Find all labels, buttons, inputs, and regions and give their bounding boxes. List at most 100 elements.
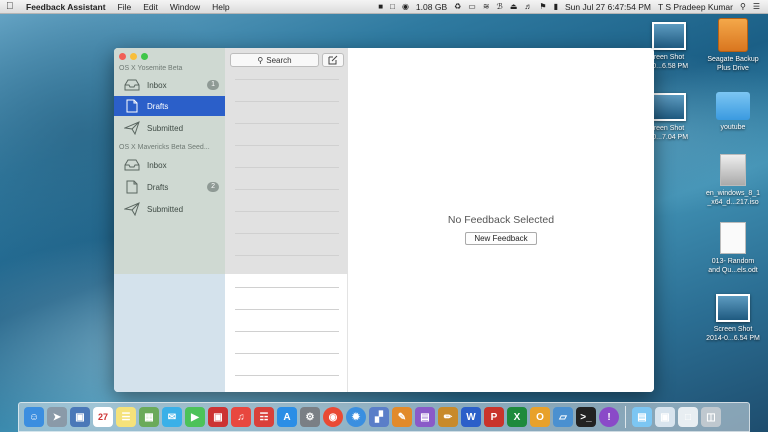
list-divider	[235, 211, 339, 212]
screenshot-thumbnail-icon	[652, 93, 686, 121]
feedback-assistant-icon[interactable]: !	[599, 407, 619, 427]
list-divider	[235, 145, 339, 146]
menu-file[interactable]: File	[112, 2, 138, 12]
outlook-icon[interactable]: O	[530, 407, 550, 427]
desktop-item-odt-document[interactable]: 013- Random and Qu...els.odt	[700, 222, 766, 275]
ibooks-icon[interactable]: ☶	[254, 407, 274, 427]
feedback-assistant-window: OS X Yosemite Beta Inbox 1 Drafts Submit…	[114, 48, 654, 392]
compose-icon	[328, 55, 338, 65]
airplay-icon[interactable]: ▭	[468, 2, 476, 11]
external-drive-icon	[718, 18, 748, 52]
window-icon[interactable]: □	[390, 2, 395, 11]
itunes-icon[interactable]: ♫	[231, 407, 251, 427]
desktop-item-windows-iso[interactable]: en_windows_8_1 _x64_d...217.iso	[700, 154, 766, 207]
count-badge: 2	[207, 182, 219, 192]
app-menu[interactable]: Feedback Assistant	[18, 2, 112, 12]
feedback-list: ⚲ Search	[225, 48, 369, 392]
applications-folder-icon[interactable]: ▤	[632, 407, 652, 427]
pencil-app-icon[interactable]: ✏	[438, 407, 458, 427]
list-divider	[235, 233, 339, 234]
list-divider	[235, 79, 339, 80]
sidebar-item-yosemite-drafts[interactable]: Drafts	[114, 96, 225, 116]
terminal-icon[interactable]: >_	[576, 407, 596, 427]
desktop-item-seagate-drive[interactable]: Seagate Backup Plus Drive	[700, 18, 766, 73]
list-divider	[235, 255, 339, 256]
safari-icon[interactable]: ✹	[346, 407, 366, 427]
paper-plane-icon	[124, 202, 140, 216]
wifi-icon[interactable]: ≋	[483, 2, 490, 11]
notification-center-icon[interactable]: ☰	[753, 2, 760, 11]
disk-image-icon	[720, 154, 746, 186]
pages-icon[interactable]: ✎	[392, 407, 412, 427]
downloads-stack-icon[interactable]: ▣	[655, 407, 675, 427]
desktop-item-youtube-folder[interactable]: youtube	[700, 92, 766, 132]
list-divider	[235, 309, 339, 310]
desktop-item-screenshot-3[interactable]: Screen Shot 2014-0...6.54 PM	[700, 294, 766, 343]
close-button[interactable]	[119, 53, 126, 60]
spotlight-icon[interactable]: ⚲	[740, 2, 746, 11]
detail-pane: No Feedback Selected New Feedback	[348, 48, 654, 392]
notes-icon[interactable]: ☰	[116, 407, 136, 427]
system-preferences-icon[interactable]: ⚙	[300, 407, 320, 427]
menu-help[interactable]: Help	[206, 2, 235, 12]
sync-icon[interactable]: ♻	[454, 2, 461, 11]
list-divider	[235, 123, 339, 124]
finder-icon[interactable]: ☺	[24, 407, 44, 427]
dock-separator	[625, 406, 626, 428]
list-divider	[235, 189, 339, 190]
screenshot-thumbnail-icon	[652, 22, 686, 50]
menu-edit[interactable]: Edit	[137, 2, 164, 12]
launchpad-icon[interactable]: ➤	[47, 407, 67, 427]
calendar-icon[interactable]: 27	[93, 407, 113, 427]
word-icon[interactable]: W	[461, 407, 481, 427]
apple-menu-icon[interactable]: 	[6, 1, 18, 12]
new-feedback-button[interactable]: New Feedback	[465, 232, 537, 245]
photos-icon[interactable]: ▣	[70, 407, 90, 427]
unread-badge: 1	[207, 80, 219, 90]
messages-icon[interactable]: ✉	[162, 407, 182, 427]
facetime-icon[interactable]: ▶	[185, 407, 205, 427]
sidebar: OS X Yosemite Beta Inbox 1 Drafts Submit…	[114, 48, 225, 392]
bluetooth-icon[interactable]: ℬ	[497, 2, 503, 11]
user-menu[interactable]: T S Pradeep Kumar	[658, 2, 733, 12]
preview-pdf-icon[interactable]: ▱	[553, 407, 573, 427]
sidebar-item-yosemite-inbox[interactable]: Inbox 1	[114, 75, 225, 95]
minimize-button[interactable]	[130, 53, 137, 60]
documents-stack-icon[interactable]: □	[678, 407, 698, 427]
dropbox-icon[interactable]: ■	[378, 2, 383, 11]
sidebar-item-mavericks-inbox[interactable]: Inbox	[114, 155, 225, 175]
eject-icon[interactable]: ⏏	[510, 2, 518, 11]
menu-bar:  Feedback Assistant File Edit Window He…	[0, 0, 768, 14]
photo-booth-icon[interactable]: ▣	[208, 407, 228, 427]
trash-icon[interactable]: ◫	[701, 407, 721, 427]
list-divider	[235, 167, 339, 168]
inbox-tray-icon	[124, 78, 140, 92]
clock[interactable]: Sun Jul 27 6:47:54 PM	[565, 2, 651, 12]
zoom-button[interactable]	[141, 53, 148, 60]
sidebar-item-mavericks-drafts[interactable]: Drafts 2	[114, 177, 225, 197]
menu-window[interactable]: Window	[164, 2, 206, 12]
volume-icon[interactable]: ♬	[524, 2, 532, 11]
memory-readout[interactable]: 1.08 GB	[416, 2, 447, 12]
sidebar-item-mavericks-submitted[interactable]: Submitted	[114, 199, 225, 219]
excel-icon[interactable]: X	[507, 407, 527, 427]
inbox-tray-icon	[124, 158, 140, 172]
memory-gauge-icon[interactable]: ◉	[402, 2, 409, 11]
screenshot-thumbnail-icon	[716, 294, 750, 322]
compose-button[interactable]	[322, 53, 344, 67]
flag-icon[interactable]: ⚑	[539, 2, 546, 11]
section-header-yosemite: OS X Yosemite Beta	[119, 65, 183, 72]
search-field[interactable]: ⚲ Search	[230, 53, 319, 67]
list-divider	[235, 353, 339, 354]
chrome-icon[interactable]: ◉	[323, 407, 343, 427]
keynote-icon[interactable]: ▞	[369, 407, 389, 427]
sidebar-item-yosemite-submitted[interactable]: Submitted	[114, 118, 225, 138]
app-store-icon[interactable]: A	[277, 407, 297, 427]
preview-icon[interactable]: ▦	[139, 407, 159, 427]
numbers-icon[interactable]: ▤	[415, 407, 435, 427]
battery-icon[interactable]: ▮	[554, 2, 558, 11]
list-divider	[235, 101, 339, 102]
search-icon: ⚲	[257, 55, 264, 65]
empty-state-message: No Feedback Selected	[447, 214, 555, 226]
powerpoint-icon[interactable]: P	[484, 407, 504, 427]
